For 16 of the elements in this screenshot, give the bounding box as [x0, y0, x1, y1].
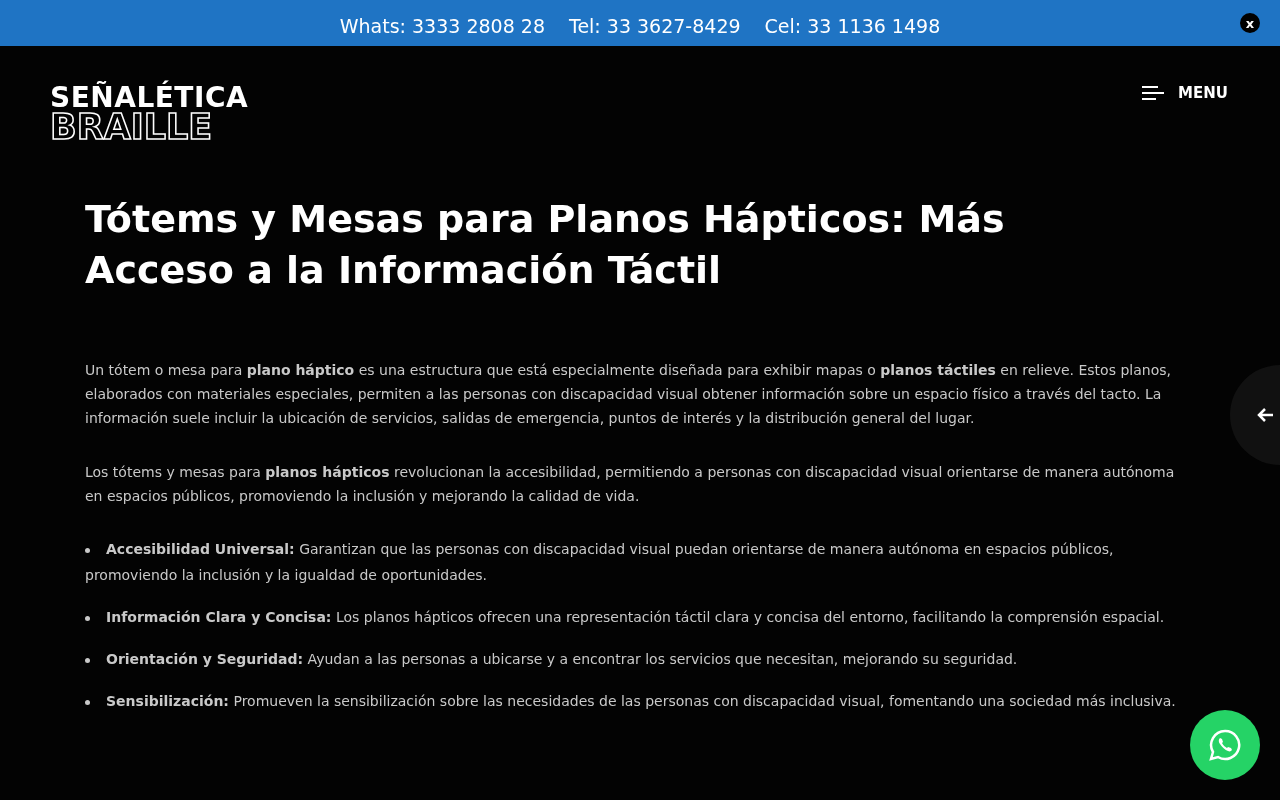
list-item: Orientación y Seguridad: Ayudan a las personas a ubicarse y a encontrar los servicios que necesitan, mejorando su seguridad.	[85, 646, 1185, 672]
contact-link[interactable]: Whats: 3333 2808 28	[339, 11, 545, 41]
menu-icon	[1142, 85, 1165, 101]
menu-button[interactable]: MENU	[1142, 76, 1228, 110]
close-button[interactable]: x	[1240, 13, 1260, 33]
list-item: Información Clara y Concisa: Los planos hápticos ofrecen una representación táctil clara y concisa del entorno, facilitando la comprensión espacial.	[85, 604, 1185, 630]
whatsapp-icon	[1208, 728, 1242, 762]
contact-link[interactable]: Tel: 33 3627-8429	[569, 11, 741, 41]
paragraph: Un tótem o mesa para plano háptico es una estructura que está especialmente diseñada para exhibir mapas o planos táctiles en relieve. Estos planos, elaborados con materiales especiales, permiten a las personas con discapacidad visual obtener información sobre un espacio físico a través del tacto. La información suele incluir la ubicación de servicios, salidas de emergencia, puntos de interés y la distribución general del lugar.	[85, 361, 1172, 428]
paragraph: Los tótems y mesas para planos hápticos revolucionan la accesibilidad, permitiendo a personas con discapacidad visual orientarse de manera autónoma en espacios públicos, promoviendo la inclusión y mejorando la calidad de vida.	[85, 463, 1176, 506]
list-item: Accesibilidad Universal: Garantizan que las personas con discapacidad visual puedan orientarse de manera autónoma en espacios públicos, promoviendo la inclusión y la igualdad de oportunidades.	[85, 540, 1115, 585]
logo-text[interactable]: BRAILLE	[50, 110, 249, 145]
article-title: Tótems y Mesas para Planos Hápticos: Más Acceso a la Información Táctil	[85, 196, 1006, 294]
contact-link[interactable]: Cel: 33 1136 1498	[764, 11, 941, 41]
arrow-left-icon	[1256, 407, 1274, 423]
list-item: Sensibilización: Promueven la sensibilización sobre las necesidades de las personas con discapacidad visual, fomentando una sociedad más inclusiva.	[85, 688, 1185, 714]
